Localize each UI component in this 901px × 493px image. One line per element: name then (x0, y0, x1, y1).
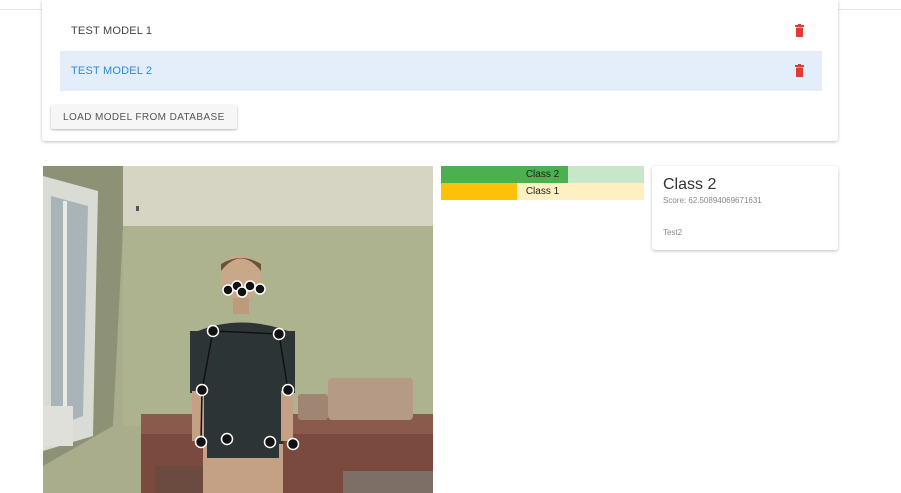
webcam-feed (43, 166, 433, 493)
trash-icon[interactable] (795, 24, 804, 37)
class-confidence-bars: Class 2 Class 1 (441, 166, 644, 200)
webcam-image (43, 166, 433, 493)
trash-icon[interactable] (795, 64, 804, 77)
model-name: TEST MODEL 1 (71, 25, 153, 37)
model-name-label: Test2 (663, 228, 683, 237)
model-name: TEST MODEL 2 (71, 65, 153, 77)
prediction-score: Score: 62.50894069671631 (663, 196, 762, 205)
class-bar-label: Class 2 (525, 169, 560, 180)
predicted-class: Class 2 (663, 176, 717, 193)
load-model-button[interactable]: LOAD MODEL FROM DATABASE (51, 105, 237, 129)
prediction-result-card: Class 2 Score: 62.50894069671631 Test2 (652, 166, 838, 250)
class-bar: Class 1 (441, 183, 644, 200)
model-item-test-model-1[interactable]: TEST MODEL 1 (60, 11, 822, 51)
model-item-test-model-2[interactable]: TEST MODEL 2 (60, 51, 822, 91)
class-bar: Class 2 (441, 166, 644, 183)
class-bar-label: Class 1 (525, 186, 560, 197)
model-list-card: TEST MODEL 1 TEST MODEL 2 LOAD MODEL FRO… (42, 0, 838, 141)
